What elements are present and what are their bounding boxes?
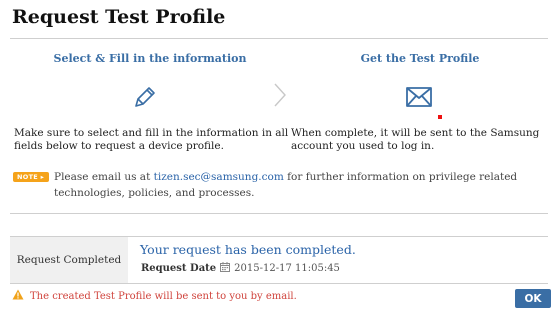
warning-icon [12, 289, 24, 303]
note-text: Please email us at tizen.sec@samsung.com… [54, 171, 518, 199]
calendar-icon [220, 262, 231, 275]
result-message: Your request has been completed. [140, 242, 356, 257]
request-date-label: Request Date [141, 263, 217, 274]
step-2-title: Get the Test Profile [360, 52, 480, 65]
request-date-value: 2015-12-17 11:05:45 [234, 263, 340, 274]
envelope-icon [405, 86, 433, 112]
warning-message: The created Test Profile will be sent to… [12, 289, 297, 303]
step-2-description: When complete, it will be sent to the Sa… [291, 127, 540, 152]
section-divider [10, 213, 548, 214]
pencil-icon [131, 83, 159, 115]
result-row: Request Completed Your request has been … [10, 236, 548, 284]
title-divider [10, 38, 548, 39]
status-dot [438, 115, 442, 119]
ok-button[interactable]: OK [515, 289, 551, 308]
email-link[interactable]: tizen.sec@samsung.com [154, 171, 284, 183]
chevron-right-icon [271, 82, 289, 112]
step-1-title: Select & Fill in the information [53, 52, 247, 65]
note-badge: NOTE ▸ [13, 172, 50, 182]
step-1-description: Make sure to select and fill in the info… [14, 127, 289, 152]
dialog-title: Request Test Profile [12, 6, 226, 28]
result-label: Request Completed [10, 237, 128, 283]
warning-text: The created Test Profile will be sent to… [30, 290, 297, 302]
request-date: Request Date 2015-12-17 11:05:45 [141, 262, 340, 275]
